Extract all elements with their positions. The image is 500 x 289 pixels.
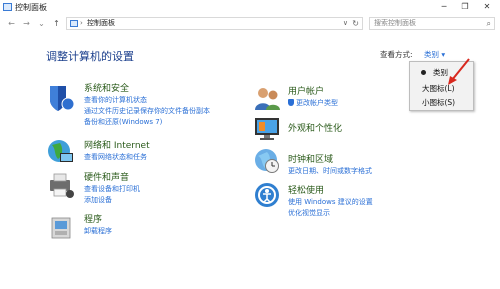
monitor-personalization-icon[interactable] (252, 114, 282, 144)
breadcrumb[interactable]: 控制面板 (87, 18, 115, 29)
uac-shield-icon (288, 99, 294, 106)
category-user-accounts[interactable]: 用户帐户 (288, 84, 324, 97)
link-optimize-visual-display[interactable]: 优化视觉显示 (288, 208, 330, 218)
shield-icon[interactable] (46, 83, 76, 113)
category-ease-of-access[interactable]: 轻松使用 (288, 183, 324, 196)
selected-bullet-icon (421, 70, 426, 75)
link-windows-suggested-settings[interactable]: 使用 Windows 建议的设置 (288, 197, 373, 207)
users-icon[interactable] (252, 84, 282, 114)
view-by-label: 查看方式: (380, 50, 413, 59)
minimize-button[interactable]: ─ (436, 1, 452, 13)
maximize-button[interactable]: ❐ (457, 1, 473, 13)
clock-globe-icon[interactable] (252, 146, 282, 176)
link-change-account-type[interactable]: 更改帐户类型 (288, 98, 338, 108)
address-bar-row: ← → ⌄ ↑ › 控制面板 ∨ ↻ 搜索控制面板 ⌕ (0, 15, 500, 32)
category-clock-region[interactable]: 时钟和区域 (288, 152, 333, 165)
category-hardware-sound[interactable]: 硬件和声音 (84, 170, 129, 183)
search-icon[interactable]: ⌕ (487, 18, 491, 29)
category-appearance-personalization[interactable]: 外观和个性化 (288, 121, 342, 134)
close-button[interactable]: ✕ (479, 1, 495, 13)
link-add-device[interactable]: 添加设备 (84, 195, 112, 205)
control-panel-icon (3, 3, 12, 11)
link-change-date-time-format[interactable]: 更改日期、时间或数字格式 (288, 166, 372, 176)
refresh-icon[interactable]: ↻ (352, 18, 359, 29)
search-input[interactable]: 搜索控制面板 ⌕ (369, 17, 495, 30)
link-network-status[interactable]: 查看网络状态和任务 (84, 152, 147, 162)
forward-arrow-icon[interactable]: → (21, 18, 32, 29)
search-placeholder: 搜索控制面板 (374, 19, 416, 27)
network-icon[interactable] (46, 137, 76, 167)
printer-icon[interactable] (46, 170, 76, 200)
link-view-computer-status[interactable]: 查看你的计算机状态 (84, 95, 147, 105)
category-system-security[interactable]: 系统和安全 (84, 81, 129, 94)
link-file-history[interactable]: 通过文件历史记录保存你的文件备份副本 (84, 106, 210, 116)
red-arrow-annotation (448, 58, 470, 85)
link-devices-printers[interactable]: 查看设备和打印机 (84, 184, 140, 194)
recent-dropdown-icon[interactable]: ⌄ (36, 18, 47, 29)
category-programs[interactable]: 程序 (84, 212, 102, 225)
programs-icon[interactable] (46, 212, 76, 242)
link-uninstall-program[interactable]: 卸载程序 (84, 226, 112, 236)
address-box[interactable]: › 控制面板 ∨ ↻ (66, 17, 363, 30)
back-arrow-icon[interactable]: ← (6, 18, 17, 29)
menu-item-label: 小图标(S) (422, 98, 456, 107)
up-arrow-icon[interactable]: ↑ (51, 18, 62, 29)
link-label: 更改帐户类型 (296, 99, 338, 107)
address-dropdown-icon[interactable]: ∨ (343, 18, 348, 29)
control-panel-small-icon (70, 20, 78, 27)
page-title: 调整计算机的设置 (46, 50, 134, 63)
menu-item-small-icons[interactable]: 小图标(S) (410, 96, 473, 109)
link-backup-restore[interactable]: 备份和还原(Windows 7) (84, 117, 162, 127)
category-network-internet[interactable]: 网络和 Internet (84, 138, 150, 151)
window-title: 控制面板 (15, 3, 47, 12)
title-bar: 控制面板 ─ ❐ ✕ (0, 0, 500, 14)
breadcrumb-separator: › (80, 19, 83, 27)
ease-of-access-icon[interactable] (252, 180, 282, 210)
